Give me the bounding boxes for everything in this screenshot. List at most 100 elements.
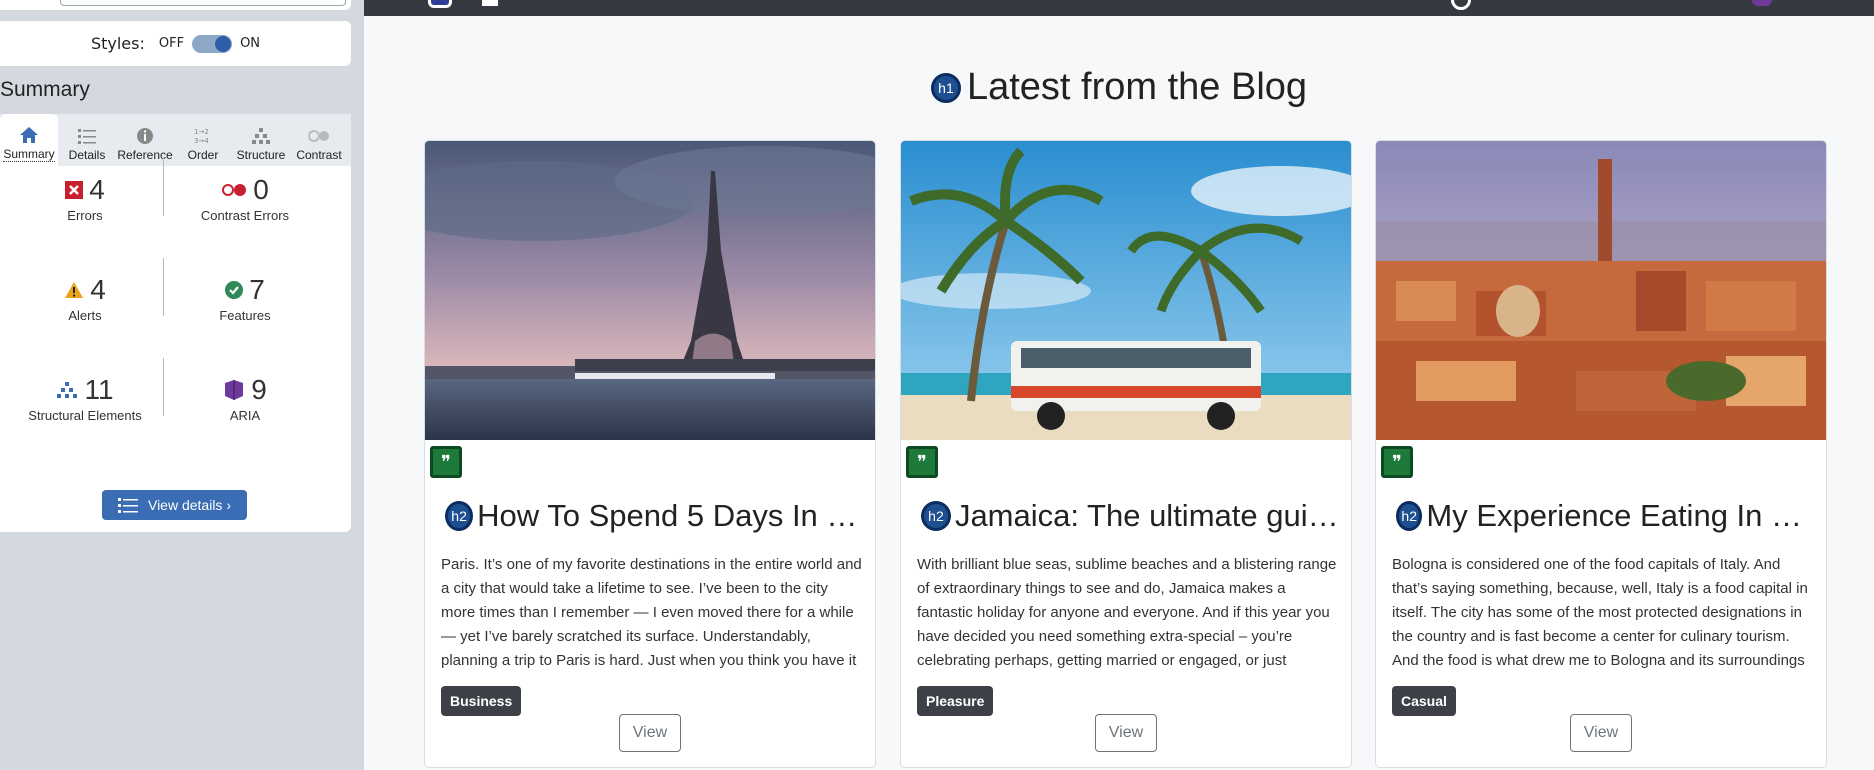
category-badge: Casual	[1392, 686, 1456, 716]
contrast-errors-stat[interactable]: 0 Contrast Errors	[165, 174, 325, 223]
figure-icon: ❞	[430, 446, 462, 478]
panel-top-box	[0, 0, 351, 10]
user-icon[interactable]	[1451, 0, 1471, 10]
svg-text:3→4: 3→4	[194, 137, 209, 145]
site-logo-icon[interactable]	[428, 0, 452, 8]
errors-stat[interactable]: 4 Errors	[5, 174, 165, 223]
tab-structure[interactable]: Structure	[232, 114, 290, 166]
card-image-jamaica	[901, 141, 1351, 440]
structural-label: Structural Elements	[28, 408, 142, 423]
view-button[interactable]: View	[1095, 714, 1157, 752]
wave-panel: Styles: OFF ON Summary Summary Details R…	[0, 0, 364, 770]
url-field[interactable]	[60, 0, 346, 6]
styles-off-label: OFF	[158, 36, 185, 51]
h2-badge-icon: h2	[445, 501, 474, 531]
info-icon	[137, 128, 153, 144]
view-details-label: View details ›	[147, 497, 231, 513]
card-excerpt: With brilliant blue seas, sublime beache…	[917, 556, 1337, 669]
bologna-city-image	[1376, 141, 1826, 440]
site-navbar	[364, 0, 1874, 16]
errors-count: 4	[89, 174, 105, 205]
aria-icon	[225, 380, 244, 400]
order-icon: 1→23→4	[194, 128, 209, 145]
error-icon	[65, 181, 84, 199]
panel-tabs: Summary Details Reference 1→2 3→4 Order S…	[0, 114, 351, 166]
card-title-text: My Experience Eating In Bologna	[1426, 498, 1816, 533]
card-title[interactable]: h2 How To Spend 5 Days In Paris	[445, 498, 865, 534]
divider	[163, 358, 164, 416]
card-title-text: How To Spend 5 Days In Paris	[477, 498, 865, 533]
figure-icon: ❞	[906, 446, 938, 478]
list-icon	[78, 129, 96, 144]
page-title: Latest from the Blog	[966, 66, 1308, 108]
divider	[163, 258, 164, 316]
features-label: Features	[219, 308, 271, 323]
tab-label: Contrast	[296, 148, 342, 162]
alerts-label: Alerts	[68, 308, 102, 323]
summary-title: Summary	[0, 78, 90, 101]
contrast-errors-label: Contrast Errors	[200, 208, 290, 223]
tab-details[interactable]: Details	[58, 114, 116, 166]
eiffel-tower-image	[425, 141, 875, 440]
brand-mark-icon	[482, 0, 498, 6]
contrast-errors-count: 0	[253, 174, 269, 205]
errors-label: Errors	[67, 208, 103, 223]
tab-reference[interactable]: Reference	[116, 114, 174, 166]
aria-stat[interactable]: 9 ARIA	[165, 374, 325, 423]
card-excerpt: Bologna is considered one of the food ca…	[1392, 556, 1808, 669]
aria-marker-icon	[1752, 0, 1772, 6]
tab-label: Details	[68, 148, 106, 162]
view-button[interactable]: View	[619, 714, 681, 752]
card-title[interactable]: h2 My Experience Eating In Bologna	[1396, 498, 1816, 534]
tab-label: Order	[187, 148, 219, 162]
styles-on-label: ON	[240, 36, 261, 51]
blog-card: ❞ h2 Jamaica: The ultimate guide With br…	[900, 140, 1352, 768]
card-excerpt: Paris. It’s one of my favorite destinati…	[441, 556, 862, 669]
contrast-icon	[308, 130, 329, 142]
features-count: 7	[249, 274, 265, 305]
tab-summary[interactable]: Summary	[0, 114, 58, 166]
tab-contrast[interactable]: Contrast	[290, 114, 348, 166]
feature-icon	[225, 281, 244, 299]
category-badge: Business	[441, 686, 522, 716]
structure-icon	[57, 382, 78, 398]
view-details-button[interactable]: View details ›	[102, 490, 247, 520]
category-badge: Pleasure	[917, 686, 994, 716]
h1-badge-icon: h1	[930, 72, 961, 103]
tab-order[interactable]: 1→2 3→4 Order	[174, 114, 232, 166]
view-button[interactable]: View	[1570, 714, 1632, 752]
card-title-text: Jamaica: The ultimate guide	[954, 498, 1341, 533]
blog-card: ❞ h2 How To Spend 5 Days In Paris Paris.…	[424, 140, 876, 768]
card-image-paris	[425, 141, 875, 440]
h2-badge-icon: h2	[1396, 501, 1423, 531]
styles-toggle[interactable]	[192, 34, 233, 53]
card-title[interactable]: h2 Jamaica: The ultimate guide	[921, 498, 1341, 534]
divider	[163, 158, 164, 216]
contrast-error-icon	[222, 184, 247, 196]
tab-label: Reference	[117, 148, 173, 162]
svg-text:1→2: 1→2	[194, 128, 209, 136]
alerts-stat[interactable]: 4 Alerts	[5, 274, 165, 323]
summary-box: Summary Details Reference 1→2 3→4 Order S…	[0, 114, 351, 532]
toggle-knob	[215, 35, 232, 52]
page-heading: h1 Latest from the Blog	[364, 66, 1874, 109]
aria-label: ARIA	[229, 408, 261, 423]
structural-stat[interactable]: 11 Structural Elements	[5, 374, 165, 423]
home-icon	[20, 127, 38, 143]
structural-count: 11	[84, 374, 114, 405]
tab-label: Structure	[236, 148, 286, 162]
alerts-count: 4	[90, 274, 106, 305]
figure-icon: ❞	[1381, 446, 1413, 478]
features-stat[interactable]: 7 Features	[165, 274, 325, 323]
styles-toggle-box: Styles: OFF ON	[0, 21, 351, 66]
card-image-bologna	[1376, 141, 1826, 440]
alert-icon	[65, 282, 84, 298]
beach-bus-image	[901, 141, 1351, 440]
h2-badge-icon: h2	[921, 501, 951, 531]
tab-label: Summary	[3, 147, 55, 162]
aria-count: 9	[251, 374, 267, 405]
blog-card: ❞ h2 My Experience Eating In Bologna Bol…	[1375, 140, 1827, 768]
structure-icon	[252, 128, 270, 144]
styles-label: Styles:	[90, 34, 145, 53]
list-icon	[117, 498, 138, 513]
